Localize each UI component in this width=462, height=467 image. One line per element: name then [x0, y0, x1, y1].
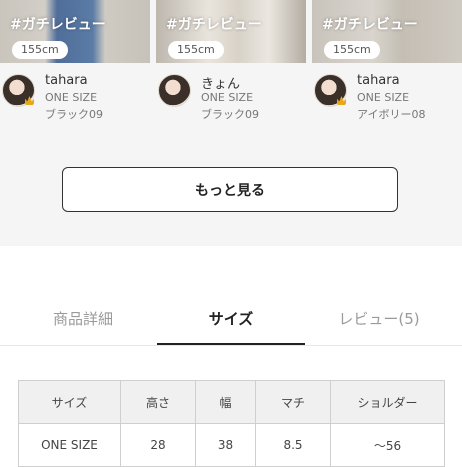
size-table: サイズ 高さ 幅 マチ ショルダー ONE SIZE 28 38 8.5 〜56	[18, 380, 445, 467]
reviewer-name[interactable]: きょん	[201, 73, 240, 92]
table-header-cell: ショルダー	[330, 380, 445, 424]
table-header-cell: マチ	[255, 380, 331, 424]
review-tag: #ガチレビュー	[166, 17, 262, 33]
see-more-button[interactable]: もっと見る	[62, 167, 398, 212]
reviewer-size: ONE SIZE	[45, 91, 98, 104]
reviewer-size: ONE SIZE	[201, 91, 254, 104]
reviewer-color: ブラック09	[45, 108, 103, 121]
review-tag: #ガチレビュー	[322, 17, 418, 33]
review-photo[interactable]: #ガチレビュー 155cm	[312, 0, 462, 63]
height-badge: 155cm	[324, 41, 380, 59]
review-card[interactable]: #ガチレビュー 155cm tahara ONE SIZE アイボリー08	[312, 0, 462, 133]
table-cell: 38	[195, 423, 256, 467]
reviewer-name[interactable]: tahara	[357, 73, 400, 88]
review-card[interactable]: #ガチレビュー 155cm tahara ONE SIZE ブラック09	[0, 0, 150, 133]
table-cell: ONE SIZE	[18, 423, 121, 467]
product-tabs: 商品詳細 サイズ レビュー(5)	[0, 292, 462, 346]
table-cell: 〜56	[330, 423, 445, 467]
tab-reviews[interactable]: レビュー(5)	[302, 292, 456, 344]
review-photo[interactable]: #ガチレビュー 155cm	[156, 0, 306, 63]
avatar[interactable]	[158, 74, 191, 107]
reviewer-info: tahara ONE SIZE ブラック09	[0, 63, 150, 133]
tab-product-details[interactable]: 商品詳細	[6, 292, 160, 344]
height-badge: 155cm	[168, 41, 224, 59]
table-cell: 28	[120, 423, 196, 467]
reviewer-name[interactable]: tahara	[45, 73, 88, 88]
review-section: #ガチレビュー 155cm tahara ONE SIZE ブラック09 #ガチ…	[0, 0, 462, 246]
review-tag: #ガチレビュー	[10, 17, 106, 33]
table-header-cell: サイズ	[18, 380, 121, 424]
reviewer-info: tahara ONE SIZE アイボリー08	[312, 63, 462, 133]
reviewer-info: きょん ONE SIZE ブラック09	[156, 63, 306, 133]
tab-divider	[0, 345, 462, 346]
reviewer-size: ONE SIZE	[357, 91, 410, 104]
table-header-row: サイズ 高さ 幅 マチ ショルダー	[18, 380, 445, 424]
table-row: ONE SIZE 28 38 8.5 〜56	[18, 423, 445, 467]
reviewer-color: ブラック09	[201, 108, 259, 121]
reviewer-color: アイボリー08	[357, 108, 426, 121]
tab-size[interactable]: サイズ	[154, 292, 308, 344]
review-photo[interactable]: #ガチレビュー 155cm	[0, 0, 150, 63]
review-card[interactable]: #ガチレビュー 155cm きょん ONE SIZE ブラック09	[156, 0, 306, 133]
table-header-cell: 幅	[195, 380, 256, 424]
table-cell: 8.5	[255, 423, 331, 467]
table-header-cell: 高さ	[120, 380, 196, 424]
height-badge: 155cm	[12, 41, 68, 59]
